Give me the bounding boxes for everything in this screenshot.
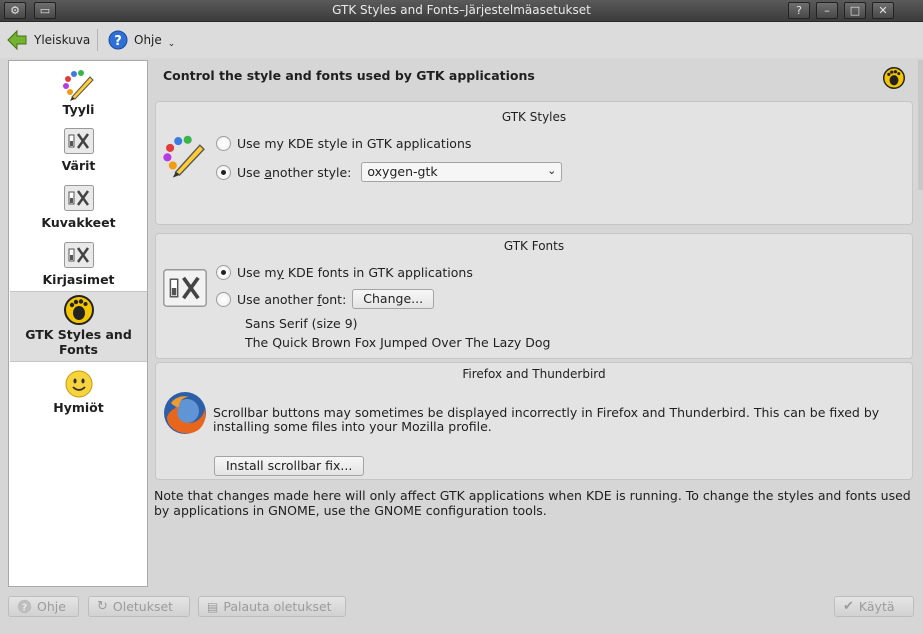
- font-name-text: Sans Serif (size 9): [245, 316, 358, 331]
- use-kde-style-label: Use my KDE style in GTK applications: [237, 136, 472, 151]
- sidebar-item-kuvakkeet[interactable]: Kuvakkeet: [10, 185, 147, 230]
- tools-icon: [63, 242, 94, 268]
- document-icon: ▤: [207, 599, 219, 614]
- use-another-style-label: Use another style:: [237, 164, 352, 180]
- svg-text:?: ?: [114, 34, 122, 49]
- sidebar-item-label: Kirjasimet: [42, 272, 115, 287]
- check-icon: ✔: [843, 599, 854, 614]
- kde-note-text: Note that changes made here will only af…: [154, 488, 911, 518]
- toolbar-separator: [97, 29, 98, 51]
- help-button-label: Ohje: [37, 599, 66, 614]
- sidebar-item-hymiot[interactable]: Hymiöt: [10, 370, 147, 415]
- tools-icon: [63, 185, 94, 211]
- window-titlebar: ⚙ ▭ GTK Styles and Fonts–Järjestelmäaset…: [0, 0, 923, 22]
- gtk-fonts-group: GTK Fonts Use my KDE fonts in GTK applic…: [155, 233, 913, 359]
- sidebar-item-label: Kuvakkeet: [41, 215, 116, 230]
- use-another-font-radio[interactable]: Use another font: Change...: [216, 289, 435, 309]
- help-icon: ?: [108, 30, 128, 50]
- window-minimize-button[interactable]: –: [816, 2, 838, 19]
- help-button[interactable]: ? Ohje: [8, 596, 79, 617]
- gtk-foot-icon: [63, 295, 94, 325]
- use-kde-fonts-label: Use my KDE fonts in GTK applications: [237, 265, 473, 280]
- apply-button[interactable]: ✔ Käytä: [834, 596, 914, 617]
- gtk-fonts-title: GTK Fonts: [503, 239, 565, 253]
- reset-button-label: Palauta oletukset: [223, 599, 332, 614]
- defaults-button[interactable]: ↻ Oletukset: [88, 596, 190, 617]
- radio-button[interactable]: [216, 291, 231, 307]
- style-select[interactable]: oxygen-gtk ⌄: [361, 162, 563, 182]
- page-title: Control the style and fonts used by GTK …: [163, 68, 535, 83]
- reset-icon: ↻: [97, 599, 108, 614]
- gtk-styles-title: GTK Styles: [501, 110, 567, 124]
- firefox-icon: [164, 392, 206, 434]
- sidebar: Tyyli Värit Kuvakkeet Kirjasimet GTK Sty…: [8, 60, 148, 587]
- palette-brush-icon: [62, 70, 94, 101]
- install-scrollbar-fix-button[interactable]: Install scrollbar fix...: [214, 456, 365, 476]
- firefox-description: Scrollbar buttons may sometimes be displ…: [213, 405, 880, 434]
- scrollbar[interactable]: [918, 60, 923, 190]
- firefox-group: Firefox and Thunderbird Scrollbar button…: [155, 362, 913, 480]
- gtk-styles-group: GTK Styles Use my KDE style in GTK appli…: [155, 101, 913, 225]
- toolbar: Yleiskuva ? Ohje ⌄: [0, 22, 923, 58]
- window-close-button[interactable]: ✕: [872, 2, 894, 19]
- sidebar-item-label: Värit: [61, 158, 96, 173]
- sidebar-item-kirjasimet[interactable]: Kirjasimet: [10, 242, 147, 287]
- window-help-button[interactable]: ?: [788, 2, 810, 19]
- chevron-down-icon: ⌄: [167, 39, 176, 49]
- window-maximize-button[interactable]: □: [844, 2, 866, 19]
- radio-button[interactable]: [216, 136, 231, 151]
- sidebar-item-varit[interactable]: Värit: [10, 128, 147, 173]
- tools-icon: [163, 269, 207, 307]
- sidebar-item-label: Tyyli: [62, 102, 95, 117]
- apply-button-label: Käytä: [858, 599, 895, 614]
- gtk-foot-icon: [883, 67, 905, 89]
- style-select-value: oxygen-gtk: [367, 164, 438, 179]
- help-menu-button[interactable]: ? Ohje ⌄: [108, 27, 175, 53]
- palette-brush-icon: [163, 135, 205, 178]
- window-title: GTK Styles and Fonts–Järjestelmäasetukse…: [332, 3, 591, 17]
- svg-text:?: ?: [22, 602, 28, 613]
- reset-button[interactable]: ▤ Palauta oletukset: [198, 596, 346, 617]
- back-arrow-icon: [7, 29, 27, 51]
- use-another-style-radio[interactable]: Use another style: oxygen-gtk ⌄: [216, 162, 563, 182]
- firefox-title: Firefox and Thunderbird: [462, 367, 606, 381]
- change-font-button[interactable]: Change...: [352, 289, 435, 309]
- defaults-button-label: Oletukset: [112, 599, 174, 614]
- help-label: Ohje: [134, 33, 162, 47]
- radio-button[interactable]: [216, 265, 231, 280]
- tools-icon: [63, 128, 94, 154]
- sidebar-item-tyyli[interactable]: Tyyli: [10, 69, 147, 117]
- use-kde-fonts-radio[interactable]: Use my KDE fonts in GTK applications: [216, 265, 473, 280]
- chevron-down-icon: ⌄: [547, 164, 557, 177]
- overview-button[interactable]: Yleiskuva: [6, 27, 90, 53]
- font-preview-text: The Quick Brown Fox Jumped Over The Lazy…: [245, 335, 551, 350]
- overview-label: Yleiskuva: [34, 33, 91, 47]
- radio-button[interactable]: [216, 164, 231, 180]
- sidebar-item-label: GTK Styles and Fonts: [25, 327, 132, 357]
- use-kde-style-radio[interactable]: Use my KDE style in GTK applications: [216, 136, 471, 151]
- smiley-icon: [65, 370, 92, 398]
- sidebar-item-label: Hymiöt: [53, 400, 104, 415]
- help-icon: ?: [17, 599, 32, 614]
- sidebar-item-gtk-styles-and-fonts[interactable]: GTK Styles and Fonts: [10, 291, 147, 362]
- use-another-font-label: Use another font:: [237, 291, 347, 307]
